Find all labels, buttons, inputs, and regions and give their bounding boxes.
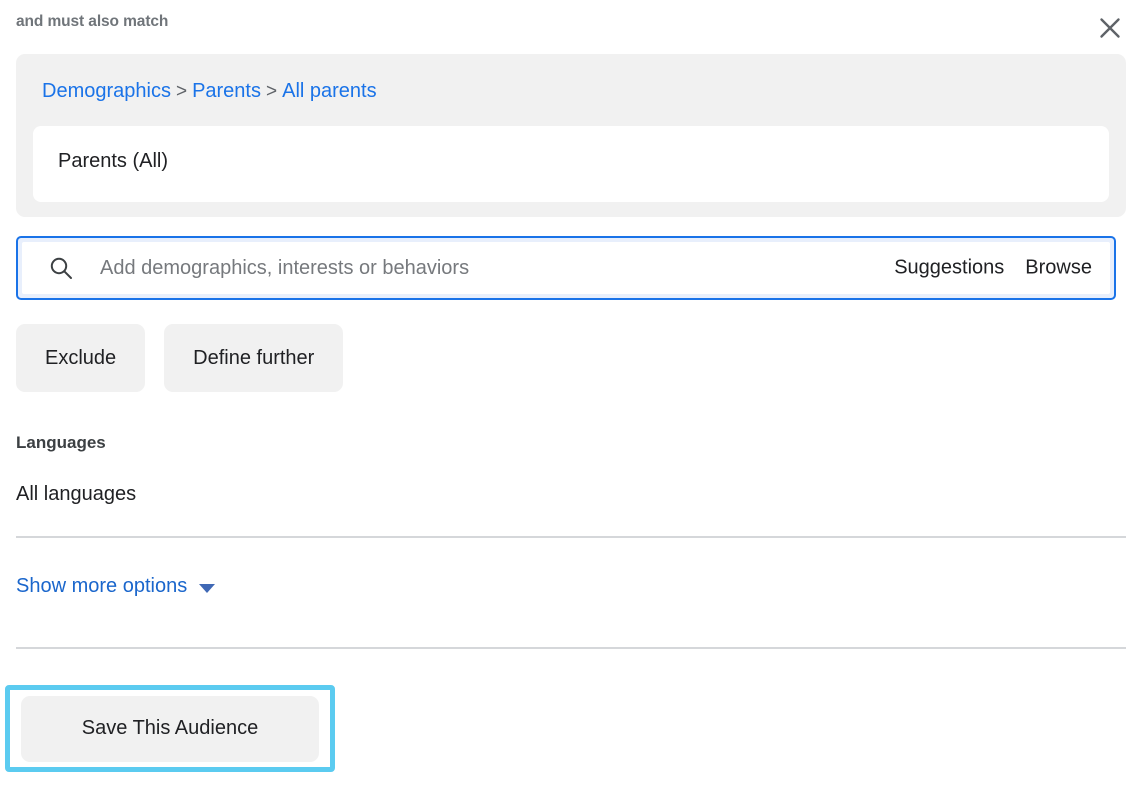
audience-search-inner: Suggestions Browse: [22, 242, 1110, 294]
breadcrumb-item-demographics[interactable]: Demographics: [42, 80, 171, 102]
define-further-button[interactable]: Define further: [164, 324, 344, 392]
close-icon: [1097, 15, 1123, 41]
breadcrumb-item-parents[interactable]: Parents: [192, 80, 261, 102]
search-icon: [48, 255, 74, 281]
breadcrumb: Demographics > Parents > All parents: [42, 79, 377, 104]
languages-value[interactable]: All languages: [16, 483, 136, 506]
dialog-header: and must also match: [0, 0, 1148, 48]
page-title: and must also match: [16, 13, 169, 30]
audience-search-field[interactable]: Suggestions Browse: [16, 236, 1116, 300]
show-more-options-link[interactable]: Show more options: [16, 575, 216, 598]
save-audience-button[interactable]: Save This Audience: [21, 695, 319, 762]
search-actions: Suggestions Browse: [894, 257, 1092, 280]
show-more-options-label: Show more options: [16, 575, 188, 597]
browse-button[interactable]: Browse: [1025, 257, 1092, 280]
divider-bottom: [16, 647, 1126, 649]
save-audience-highlight: Save This Audience: [5, 685, 335, 772]
breadcrumb-separator: >: [266, 81, 278, 102]
divider-top: [16, 536, 1126, 538]
suggestions-button[interactable]: Suggestions: [894, 257, 1004, 280]
breadcrumb-separator: >: [175, 81, 188, 102]
close-button[interactable]: [1090, 8, 1130, 48]
targeting-spec-panel: Demographics > Parents > All parents Parents…: [16, 54, 1126, 217]
exclude-button[interactable]: Exclude: [16, 324, 146, 392]
chevron-down-icon: [199, 583, 216, 593]
selected-audience-card[interactable]: Parents (All): [33, 126, 1109, 202]
selected-audience-label: Parents (All): [58, 150, 169, 172]
languages-heading: Languages: [16, 433, 106, 452]
breadcrumb-item-all-parents[interactable]: All parents: [282, 80, 377, 102]
search-input[interactable]: [100, 242, 800, 294]
refine-button-row: Exclude Define further: [16, 324, 344, 392]
